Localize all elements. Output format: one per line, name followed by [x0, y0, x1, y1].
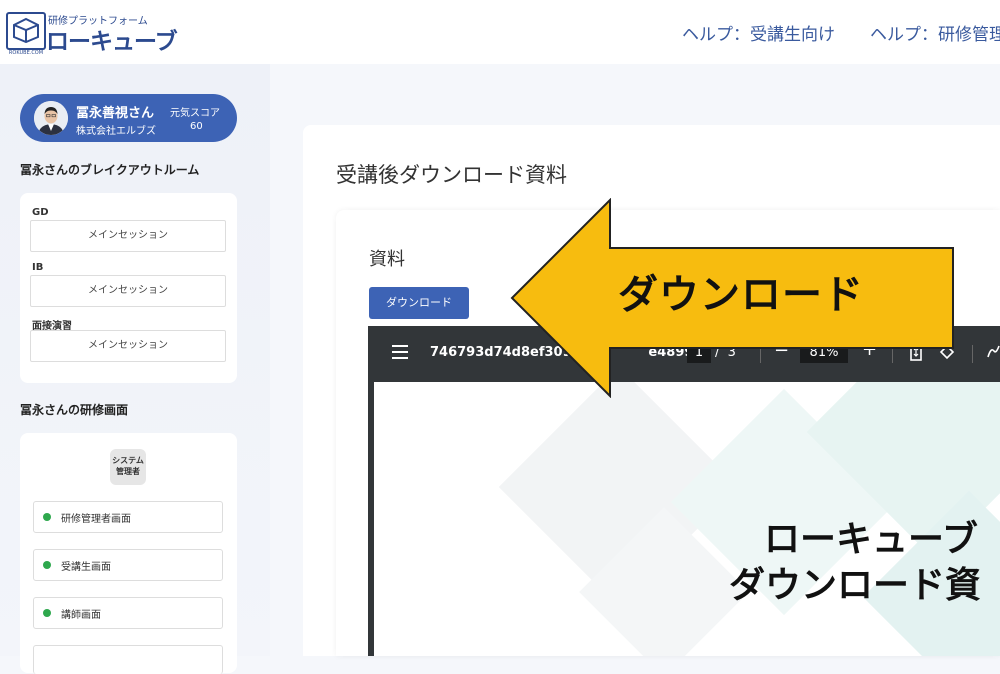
breakout-interview-button[interactable]: メインセッション	[30, 330, 226, 362]
app-header: ROKUBE.COM 研修プラットフォーム ローキューブ ヘルプ：受講生向け ヘ…	[0, 0, 1000, 64]
logo[interactable]: ROKUBE.COM 研修プラットフォーム ローキューブ	[6, 12, 178, 56]
status-dot-icon	[43, 609, 51, 617]
nav-instructor-screen[interactable]: 講師画面	[33, 597, 223, 629]
pdf-page: ローキューブ ダウンロード資	[374, 382, 1000, 656]
toolbar-divider	[972, 345, 973, 363]
breakout-ib-button[interactable]: メインセッション	[30, 275, 226, 307]
breakout-card: GD メインセッション IB メインセッション 面接演習 メインセッション	[20, 193, 237, 383]
score-value: 60	[190, 121, 203, 132]
breakout-group-label: IB	[32, 262, 44, 273]
menu-icon[interactable]	[392, 345, 408, 359]
help-student-link[interactable]: ヘルプ：受講生向け	[682, 20, 835, 45]
user-name: 冨永善視さん	[76, 106, 155, 121]
nav-admin-screen[interactable]: 研修管理者画面	[33, 501, 223, 533]
avatar	[34, 101, 68, 135]
nav-label: 研修管理者画面	[61, 514, 131, 525]
cube-icon	[6, 12, 46, 50]
sidebar: 冨永善視さん 株式会社エルブズ 元気スコア 60 冨永さんのブレイクアウトルーム…	[0, 64, 270, 674]
nav-more[interactable]	[33, 645, 223, 674]
score-label: 元気スコア	[170, 108, 220, 119]
annotate-icon[interactable]	[986, 343, 1000, 361]
doc-title-line2: ダウンロード資	[729, 565, 982, 606]
status-dot-icon	[43, 513, 51, 521]
breakout-group-label: GD	[32, 207, 49, 218]
nav-student-screen[interactable]: 受講生画面	[33, 549, 223, 581]
user-profile-pill[interactable]: 冨永善視さん 株式会社エルブズ 元気スコア 60	[20, 94, 237, 142]
nav-label: 講師画面	[61, 610, 101, 621]
user-company: 株式会社エルブズ	[76, 126, 156, 137]
logo-title: ローキューブ	[46, 29, 178, 55]
materials-title: 資料	[369, 249, 405, 270]
page-title: 受講後ダウンロード資料	[336, 163, 567, 187]
download-button[interactable]: ダウンロード	[369, 287, 469, 319]
doc-title-line1: ローキューブ	[764, 519, 978, 560]
logo-tag: ROKUBE.COM	[8, 50, 44, 56]
callout-label: ダウンロード	[618, 272, 864, 318]
system-admin-icon: システム 管理者	[110, 449, 146, 485]
status-dot-icon	[43, 561, 51, 569]
training-section-title: 冨永さんの研修画面	[20, 403, 129, 417]
help-admin-link[interactable]: ヘルプ：研修管理	[870, 20, 1000, 45]
breakout-section-title: 冨永さんのブレイクアウトルーム	[20, 163, 200, 177]
training-card: システム 管理者 研修管理者画面 受講生画面 講師画面	[20, 433, 237, 674]
breakout-gd-button[interactable]: メインセッション	[30, 220, 226, 252]
nav-label: 受講生画面	[61, 562, 111, 573]
